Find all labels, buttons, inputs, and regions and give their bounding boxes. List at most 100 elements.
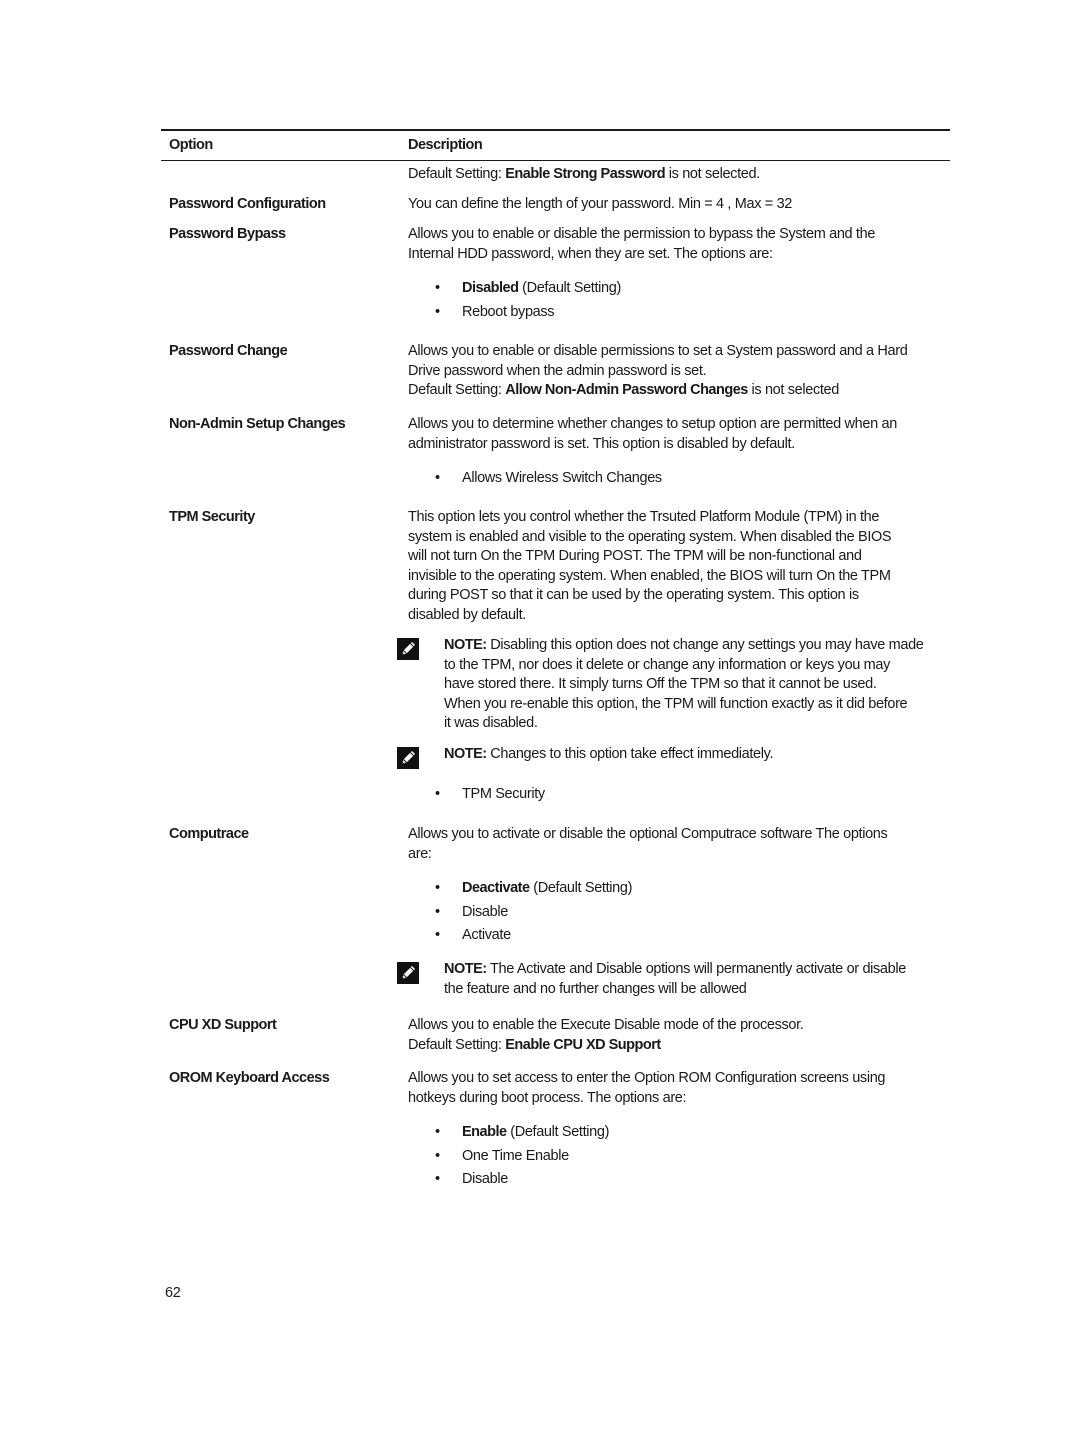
text-run: is not selected. <box>665 166 760 182</box>
header-option: Option <box>169 137 213 153</box>
note: NOTE: Changes to this option take effect… <box>444 745 773 765</box>
text-run: Allows you to determine whether changes … <box>408 416 897 432</box>
text-run: disabled by default. <box>408 606 526 623</box>
note-label: NOTE: <box>444 637 487 653</box>
note-text: Disabling this option does not change an… <box>486 637 924 653</box>
description-line: You can define the length of your passwo… <box>408 195 953 215</box>
option-description: Allows you to enable or disable permissi… <box>408 342 953 401</box>
text-run: administrator password is set. This opti… <box>408 435 795 452</box>
default-option: Enable <box>462 1124 507 1140</box>
text-run: is not selected <box>747 382 840 399</box>
text-run: during POST so that it can be used by th… <box>408 587 859 604</box>
text-run: Allows you to enable or disable the perm… <box>408 226 876 242</box>
option-name: Password Bypass <box>169 226 286 242</box>
list-item-text: Activate <box>462 926 511 946</box>
description-line: invisible to the operating system. When … <box>408 567 953 587</box>
list-item-text: One Time Enable <box>462 1147 569 1167</box>
bullet-icon: • <box>435 1171 440 1187</box>
note-line: to the TPM, nor does it delete or change… <box>444 656 924 676</box>
option-description: You can define the length of your passwo… <box>408 195 953 215</box>
list-item-text: Enable (Default Setting) <box>462 1123 609 1143</box>
description-line: Allows you to determine whether changes … <box>408 415 953 435</box>
text-run: Internal HDD password, when they are set… <box>408 245 773 262</box>
text-run: You can define the length of your passwo… <box>408 196 793 212</box>
bullet-icon: • <box>435 786 440 802</box>
default-option: Disabled <box>462 280 519 296</box>
pencil-note-icon <box>397 747 419 769</box>
header-description: Description <box>408 137 483 153</box>
option-name: CPU XD Support <box>169 1017 277 1033</box>
list-item-text: Disabled (Default Setting) <box>462 279 621 299</box>
note: NOTE: The Activate and Disable options w… <box>444 960 906 999</box>
description-line: are: <box>408 845 953 865</box>
note-text: it was disabled. <box>444 715 538 732</box>
option-name: Password Configuration <box>169 196 326 212</box>
note-line: the feature and no further changes will … <box>444 980 906 1000</box>
description-line: will not turn On the TPM During POST. Th… <box>408 547 953 567</box>
description-line: during POST so that it can be used by th… <box>408 586 953 606</box>
text-run: Allows you to set access to enter the Op… <box>408 1070 886 1086</box>
list-item-label: (Default Setting) <box>506 1124 610 1140</box>
emphasis-text: Enable Strong Password <box>505 166 666 182</box>
options-table: Option Description <box>161 129 950 161</box>
pencil-note-icon <box>397 638 419 660</box>
table-header: Option Description <box>161 129 950 161</box>
description-line: Drive password when the admin password i… <box>408 362 953 382</box>
text-run: Drive password when the admin password i… <box>408 362 707 379</box>
option-description: This option lets you control whether the… <box>397 508 953 802</box>
description-line: Internal HDD password, when they are set… <box>408 245 953 265</box>
text-run: This option lets you control whether the… <box>408 509 880 525</box>
text-run: Default Setting: <box>408 166 506 182</box>
description-line: disabled by default. <box>408 606 953 626</box>
text-run: Default Setting: <box>408 382 506 399</box>
text-run: system is enabled and visible to the ope… <box>408 528 892 545</box>
list-item-text: Reboot bypass <box>462 303 555 323</box>
bullet-icon: • <box>435 903 440 920</box>
list-item-text: Allows Wireless Switch Changes <box>462 469 662 489</box>
list-item-label: Reboot bypass <box>462 303 555 320</box>
description-line: hotkeys during boot process. The options… <box>408 1089 953 1109</box>
text-run: Allows you to enable or disable permissi… <box>408 343 908 359</box>
list-item-text: Disable <box>462 903 508 923</box>
bullet-icon: • <box>435 280 440 296</box>
list-item-label: Activate <box>462 927 511 943</box>
note-line: NOTE: Changes to this option take effect… <box>444 745 773 765</box>
bullet-icon: • <box>435 880 440 896</box>
emphasis-text: Enable CPU XD Support <box>505 1036 661 1053</box>
description-line: Default Setting: Enable Strong Password … <box>408 165 953 185</box>
bullet-icon: • <box>435 927 440 943</box>
bullet-icon: • <box>435 1124 440 1140</box>
default-option: Deactivate <box>462 880 530 896</box>
list-item-text: Disable <box>462 1170 508 1190</box>
note-text: have stored there. It simply turns Off t… <box>444 676 877 693</box>
list-item-label: Disable <box>462 1171 508 1187</box>
option-description: Default Setting: Enable Strong Password … <box>408 165 953 185</box>
list-item-text: Deactivate (Default Setting) <box>462 879 632 899</box>
option-description: Allows you to enable or disable the perm… <box>408 225 953 320</box>
page-number: 62 <box>165 1285 181 1301</box>
note-line: NOTE: Disabling this option does not cha… <box>444 636 924 656</box>
option-name: OROM Keyboard Access <box>169 1070 330 1086</box>
note-label: NOTE: <box>444 961 487 977</box>
option-description: Allows you to enable the Execute Disable… <box>408 1016 953 1055</box>
note-text: to the TPM, nor does it delete or change… <box>444 656 891 673</box>
note-line: have stored there. It simply turns Off t… <box>444 675 924 695</box>
option-name: TPM Security <box>169 509 255 525</box>
list-item-label: Allows Wireless Switch Changes <box>462 470 662 486</box>
note-line: When you re-enable this option, the TPM … <box>444 695 924 715</box>
description-line: Default Setting: Allow Non-Admin Passwor… <box>408 381 953 401</box>
description-line: Allows you to activate or disable the op… <box>408 825 953 845</box>
description-line: system is enabled and visible to the ope… <box>408 528 953 548</box>
option-name: Non-Admin Setup Changes <box>169 416 346 432</box>
description-line: Allows you to set access to enter the Op… <box>408 1069 953 1089</box>
description-line: Default Setting: Enable CPU XD Support <box>408 1036 953 1056</box>
text-run: invisible to the operating system. When … <box>408 567 891 584</box>
option-name: Computrace <box>169 826 249 842</box>
note-line: NOTE: The Activate and Disable options w… <box>444 960 906 980</box>
bullet-icon: • <box>435 1147 440 1164</box>
note: NOTE: Disabling this option does not cha… <box>444 636 924 734</box>
text-run: Default Setting: <box>408 1036 506 1053</box>
description-line: This option lets you control whether the… <box>408 508 953 528</box>
option-description: Allows you to activate or disable the op… <box>397 825 953 997</box>
note-text: When you re-enable this option, the TPM … <box>444 695 908 712</box>
